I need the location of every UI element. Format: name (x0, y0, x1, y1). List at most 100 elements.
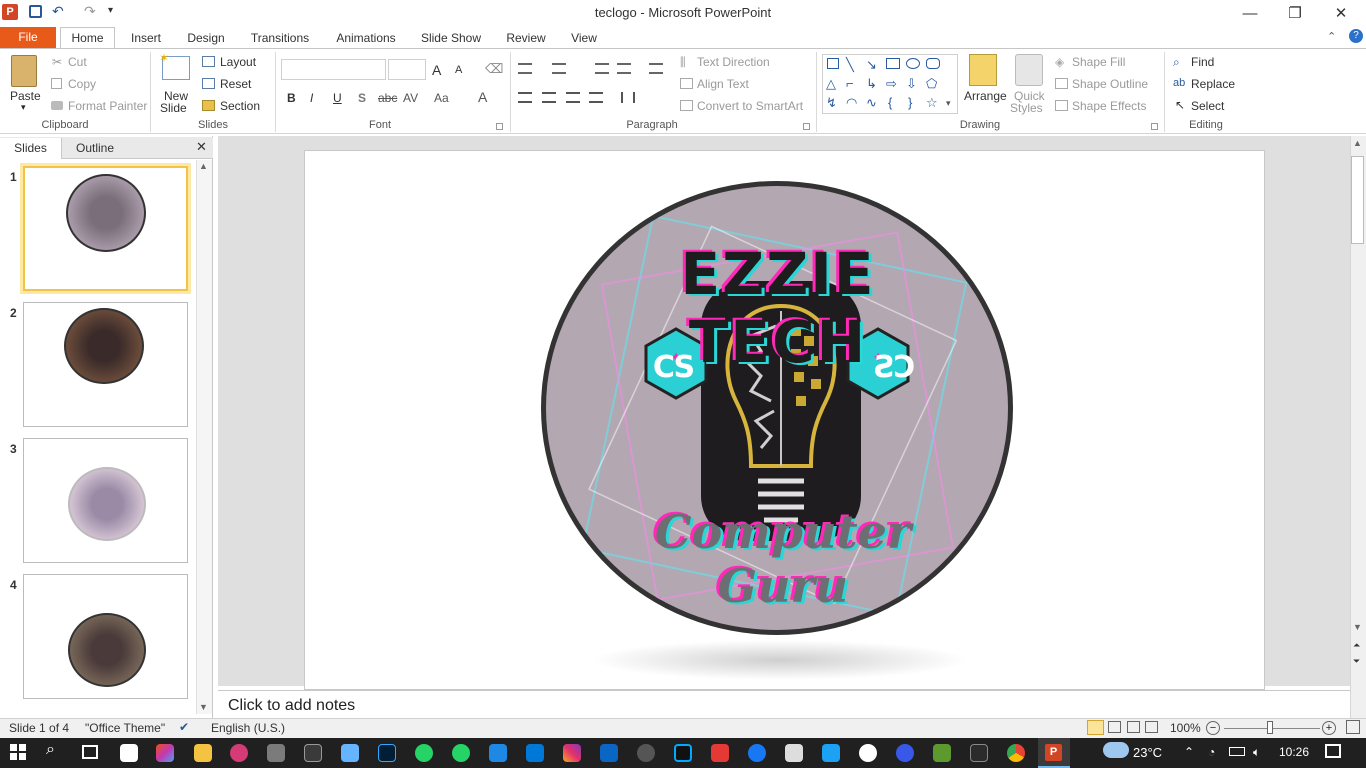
arrange-button[interactable]: Arrange (964, 89, 1007, 103)
tab-review[interactable]: Review (505, 28, 547, 48)
paste-button[interactable]: Paste (10, 89, 41, 103)
task-view-icon[interactable] (82, 745, 98, 759)
zoom-level[interactable]: 100% (1170, 721, 1201, 735)
align-right-icon[interactable] (566, 92, 580, 103)
notifications-icon[interactable] (1325, 744, 1341, 758)
copy-button[interactable]: Copy (68, 77, 96, 91)
shape-freeform-icon[interactable]: ⬠ (926, 76, 937, 92)
shape-wave-icon[interactable]: ∿ (866, 95, 877, 111)
shape-elbow-icon[interactable]: ⌐ (846, 76, 854, 91)
cut-icon[interactable]: ✂ (52, 55, 62, 69)
linkedin-icon[interactable] (600, 744, 618, 762)
close-panel-icon[interactable]: ✕ (196, 139, 207, 155)
shape-right-arrow-icon[interactable]: ⇨ (886, 76, 897, 92)
font-name-dropdown[interactable] (281, 59, 386, 80)
italic-button[interactable]: I (310, 91, 313, 105)
zoom-slider-thumb[interactable] (1267, 721, 1273, 734)
quick-styles-icon[interactable] (1015, 54, 1043, 86)
shape-left-brace-icon[interactable]: { (888, 95, 892, 110)
shape-rounded-rect-icon[interactable] (926, 58, 940, 69)
next-slide-icon[interactable]: ⏷ (1353, 656, 1360, 667)
file-explorer-icon[interactable] (194, 744, 212, 762)
slide-thumbnail-3[interactable] (23, 438, 188, 563)
drawing-dialog-launcher-icon[interactable] (1151, 123, 1158, 130)
shrink-font-button[interactable]: A (455, 64, 462, 76)
cut-button[interactable]: Cut (68, 55, 87, 69)
font-dialog-launcher-icon[interactable] (496, 123, 503, 130)
shape-down-arrow-icon[interactable]: ⇩ (906, 76, 917, 92)
previous-slide-icon[interactable]: ⏶ (1353, 640, 1360, 651)
scroll-down-icon[interactable]: ▼ (1353, 622, 1362, 632)
language-indicator[interactable]: English (U.S.) (211, 721, 285, 735)
instagram-icon[interactable] (563, 744, 581, 762)
decrease-indent-icon[interactable] (595, 63, 609, 74)
line-spacing-icon[interactable] (649, 63, 663, 74)
shape-rectangle-icon[interactable] (886, 58, 900, 69)
select-button[interactable]: Select (1191, 99, 1224, 113)
app-icon-14[interactable] (489, 744, 507, 762)
shape-oval-icon[interactable] (906, 58, 920, 69)
shape-line-icon[interactable]: ╲ (846, 57, 854, 73)
columns-icon[interactable] (621, 92, 635, 103)
replace-button[interactable]: Replace (1191, 77, 1235, 91)
align-left-icon[interactable] (518, 92, 532, 103)
help-icon[interactable]: ? (1349, 29, 1363, 43)
tab-file[interactable]: File (0, 27, 56, 48)
tab-design[interactable]: Design (184, 28, 228, 48)
app-icon-19[interactable] (674, 744, 692, 762)
quick-styles-button-line2[interactable]: Styles (1010, 101, 1043, 115)
format-painter-button[interactable]: Format Painter (68, 99, 147, 113)
bullets-icon[interactable] (518, 63, 532, 74)
shape-effects-button[interactable]: Shape Effects (1072, 99, 1147, 113)
clock-time[interactable]: 10:26 (1279, 745, 1309, 759)
shape-outline-button[interactable]: Shape Outline (1072, 77, 1148, 91)
tab-transitions[interactable]: Transitions (248, 28, 312, 48)
find-button[interactable]: Find (1191, 55, 1214, 69)
text-direction-button[interactable]: Text Direction (697, 55, 770, 69)
photoshop-icon[interactable] (378, 744, 396, 762)
weather-temperature[interactable]: 23°C (1133, 745, 1162, 760)
character-spacing-button[interactable]: AV (403, 91, 418, 105)
restore-button[interactable]: ❐ (1272, 0, 1318, 26)
justify-icon[interactable] (589, 92, 603, 103)
font-color-button[interactable]: A (478, 89, 487, 105)
new-slide-button-line2[interactable]: Slide (160, 101, 187, 115)
numbering-icon[interactable] (552, 63, 566, 74)
slide-thumbnail-4[interactable] (23, 574, 188, 699)
twitter-icon[interactable] (822, 744, 840, 762)
app-icon-20[interactable] (711, 744, 729, 762)
notes-placeholder[interactable]: Click to add notes (228, 697, 355, 715)
app-icon-18[interactable] (637, 744, 655, 762)
convert-to-smartart-button[interactable]: Convert to SmartArt (697, 99, 803, 113)
tab-home[interactable]: Home (60, 27, 115, 49)
app-icon-27[interactable] (970, 744, 988, 762)
windows-start-icon[interactable] (10, 744, 26, 760)
scroll-thumb[interactable] (1351, 156, 1364, 244)
normal-view-icon[interactable] (1087, 720, 1104, 735)
wordpress-icon[interactable] (896, 744, 914, 762)
volume-icon[interactable]: 🔈︎ (1253, 745, 1260, 760)
tab-slides[interactable]: Slides (0, 138, 62, 159)
change-case-button[interactable]: Aa (434, 91, 449, 105)
grow-font-button[interactable]: A (432, 62, 441, 78)
app-icon-9[interactable] (304, 744, 322, 762)
shape-right-brace-icon[interactable]: } (908, 95, 912, 110)
fit-slide-icon[interactable] (1346, 720, 1360, 734)
panel-scroll-up-icon[interactable]: ▲ (199, 161, 208, 171)
panel-scroll-down-icon[interactable]: ▼ (199, 702, 208, 712)
search-icon[interactable]: ⌕ (46, 741, 55, 759)
underline-button[interactable]: U (333, 91, 342, 105)
paragraph-dialog-launcher-icon[interactable] (803, 123, 810, 130)
section-button[interactable]: Section (220, 99, 260, 113)
reset-button[interactable]: Reset (220, 77, 251, 91)
clear-formatting-icon[interactable]: ⌫ (485, 61, 503, 77)
mail-icon[interactable] (785, 744, 803, 762)
font-size-dropdown[interactable] (388, 59, 426, 80)
tab-view[interactable]: View (568, 28, 600, 48)
strikethrough-button[interactable]: abc (378, 91, 397, 105)
tab-outline[interactable]: Outline (64, 138, 126, 159)
wifi-icon[interactable]: ◔ (1208, 745, 1215, 759)
shapes-more-icon[interactable]: ▾ (946, 98, 951, 109)
reading-view-icon[interactable] (1127, 721, 1140, 733)
align-center-icon[interactable] (542, 92, 556, 103)
